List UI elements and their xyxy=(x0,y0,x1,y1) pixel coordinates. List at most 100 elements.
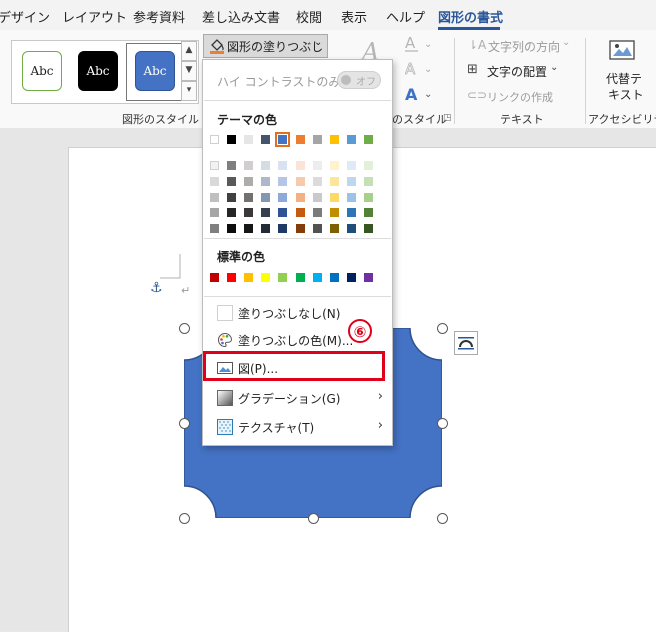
theme-color-swatch[interactable] xyxy=(346,192,356,202)
resize-handle[interactable] xyxy=(308,513,319,524)
theme-color-swatch[interactable] xyxy=(210,208,219,218)
theme-color-swatch[interactable] xyxy=(227,135,237,144)
theme-color-swatch[interactable] xyxy=(312,192,322,202)
text-effects-outline-icon[interactable]: A ⌄ xyxy=(405,59,435,79)
theme-color-swatch[interactable] xyxy=(329,224,339,234)
text-direction-button[interactable]: 文字列の方向 xyxy=(488,38,560,55)
shape-style-thumb[interactable]: Abc xyxy=(22,51,62,91)
theme-color-swatch[interactable] xyxy=(295,135,305,144)
theme-color-swatch[interactable] xyxy=(312,208,322,218)
theme-color-swatch[interactable] xyxy=(278,176,288,186)
theme-color-swatch[interactable] xyxy=(312,161,322,170)
anchor-icon[interactable]: ⚓ xyxy=(150,280,163,296)
theme-color-swatch[interactable] xyxy=(346,224,356,234)
theme-color-swatch[interactable] xyxy=(329,192,339,202)
theme-color-swatch[interactable] xyxy=(295,192,305,202)
standard-color-swatch[interactable] xyxy=(363,273,373,282)
theme-color-swatch[interactable] xyxy=(244,224,254,234)
theme-color-swatch[interactable] xyxy=(295,208,305,218)
tab-help[interactable]: ヘルプ xyxy=(386,7,425,26)
standard-color-swatch[interactable] xyxy=(261,273,271,282)
theme-color-swatch[interactable] xyxy=(329,135,339,144)
theme-color-swatch[interactable] xyxy=(363,208,373,218)
theme-color-swatch[interactable] xyxy=(346,161,356,170)
theme-color-swatch[interactable] xyxy=(227,161,237,170)
theme-color-swatch[interactable] xyxy=(261,208,271,218)
text-effects-icon[interactable]: A ⌄ xyxy=(405,84,435,104)
resize-handle[interactable] xyxy=(437,513,448,524)
theme-color-swatch[interactable] xyxy=(261,135,271,144)
theme-color-swatch[interactable] xyxy=(329,208,339,218)
theme-color-swatch[interactable] xyxy=(363,224,373,234)
tab-view[interactable]: 表示 xyxy=(341,7,367,26)
theme-color-swatch[interactable] xyxy=(261,161,271,170)
gallery-up-button[interactable]: ▲ xyxy=(181,41,197,61)
theme-color-swatch[interactable] xyxy=(227,176,237,186)
theme-color-swatch[interactable] xyxy=(346,135,356,144)
theme-color-swatch[interactable] xyxy=(261,224,271,234)
theme-color-swatch[interactable] xyxy=(329,161,339,170)
standard-color-swatch[interactable] xyxy=(295,273,305,282)
theme-color-swatch[interactable] xyxy=(210,176,219,186)
theme-color-swatch[interactable] xyxy=(244,161,254,170)
gallery-more-button[interactable]: ▾ xyxy=(181,81,197,101)
theme-color-swatch[interactable] xyxy=(261,192,271,202)
resize-handle[interactable] xyxy=(437,323,448,334)
theme-color-swatch[interactable] xyxy=(244,135,254,144)
theme-color-swatch[interactable] xyxy=(278,208,288,218)
theme-color-swatch[interactable] xyxy=(278,224,288,234)
tab-design[interactable]: デザイン xyxy=(0,7,50,26)
texture-fill-item[interactable]: テクスチャ(T) › xyxy=(204,415,391,439)
standard-color-swatch[interactable] xyxy=(346,273,356,282)
theme-color-swatch[interactable] xyxy=(363,161,373,170)
theme-color-swatch[interactable] xyxy=(312,176,322,186)
theme-color-swatch[interactable] xyxy=(295,224,305,234)
standard-color-swatch[interactable] xyxy=(227,273,237,282)
theme-color-swatch[interactable] xyxy=(329,176,339,186)
create-link-button[interactable]: リンクの作成 xyxy=(487,89,553,105)
tab-mailings[interactable]: 差し込み文書 xyxy=(202,7,280,26)
theme-color-swatch[interactable] xyxy=(261,176,271,186)
standard-color-swatch[interactable] xyxy=(329,273,339,282)
resize-handle[interactable] xyxy=(179,323,190,334)
standard-color-swatch[interactable] xyxy=(210,273,219,282)
standard-color-swatch[interactable] xyxy=(244,273,254,282)
align-text-button[interactable]: 文字の配置 xyxy=(487,63,547,80)
theme-color-swatch[interactable] xyxy=(278,161,288,170)
theme-color-swatch[interactable] xyxy=(244,192,254,202)
resize-handle[interactable] xyxy=(437,418,448,429)
theme-color-swatch[interactable] xyxy=(227,208,237,218)
theme-color-swatch[interactable] xyxy=(363,176,373,186)
resize-handle[interactable] xyxy=(179,418,190,429)
text-outline-icon[interactable]: A ⌄ xyxy=(405,34,435,54)
gallery-down-button[interactable]: ▼ xyxy=(181,61,197,81)
resize-handle[interactable] xyxy=(179,513,190,524)
tab-review[interactable]: 校閲 xyxy=(296,7,322,26)
theme-color-swatch[interactable] xyxy=(275,132,291,147)
standard-color-swatch[interactable] xyxy=(278,273,288,282)
theme-color-swatch[interactable] xyxy=(312,224,322,234)
theme-color-swatch[interactable] xyxy=(346,176,356,186)
gradient-fill-item[interactable]: グラデーション(G) › xyxy=(204,386,391,410)
tab-references[interactable]: 参考資料 xyxy=(133,7,185,26)
alt-text-button[interactable]: 代替テ キスト xyxy=(596,38,656,102)
theme-color-swatch[interactable] xyxy=(363,192,373,202)
shape-fill-button[interactable]: 図形の塗りつぶし ⌄ xyxy=(203,34,328,58)
theme-color-swatch[interactable] xyxy=(210,192,219,202)
theme-color-swatch[interactable] xyxy=(244,208,254,218)
tab-layout[interactable]: レイアウト xyxy=(62,7,127,26)
theme-color-swatch[interactable] xyxy=(210,224,219,234)
standard-color-swatch[interactable] xyxy=(312,273,322,282)
theme-color-swatch[interactable] xyxy=(295,161,305,170)
shape-style-thumb[interactable]: Abc xyxy=(78,51,118,91)
theme-color-swatch[interactable] xyxy=(363,135,373,144)
theme-color-swatch[interactable] xyxy=(210,161,219,170)
theme-color-swatch[interactable] xyxy=(210,135,219,144)
tab-shape-format[interactable]: 図形の書式 xyxy=(438,7,503,26)
high-contrast-toggle[interactable]: オフ xyxy=(337,71,381,89)
theme-color-swatch[interactable] xyxy=(227,224,237,234)
theme-color-swatch[interactable] xyxy=(295,176,305,186)
theme-color-swatch[interactable] xyxy=(244,176,254,186)
theme-color-swatch[interactable] xyxy=(227,192,237,202)
layout-options-button[interactable] xyxy=(454,331,478,355)
